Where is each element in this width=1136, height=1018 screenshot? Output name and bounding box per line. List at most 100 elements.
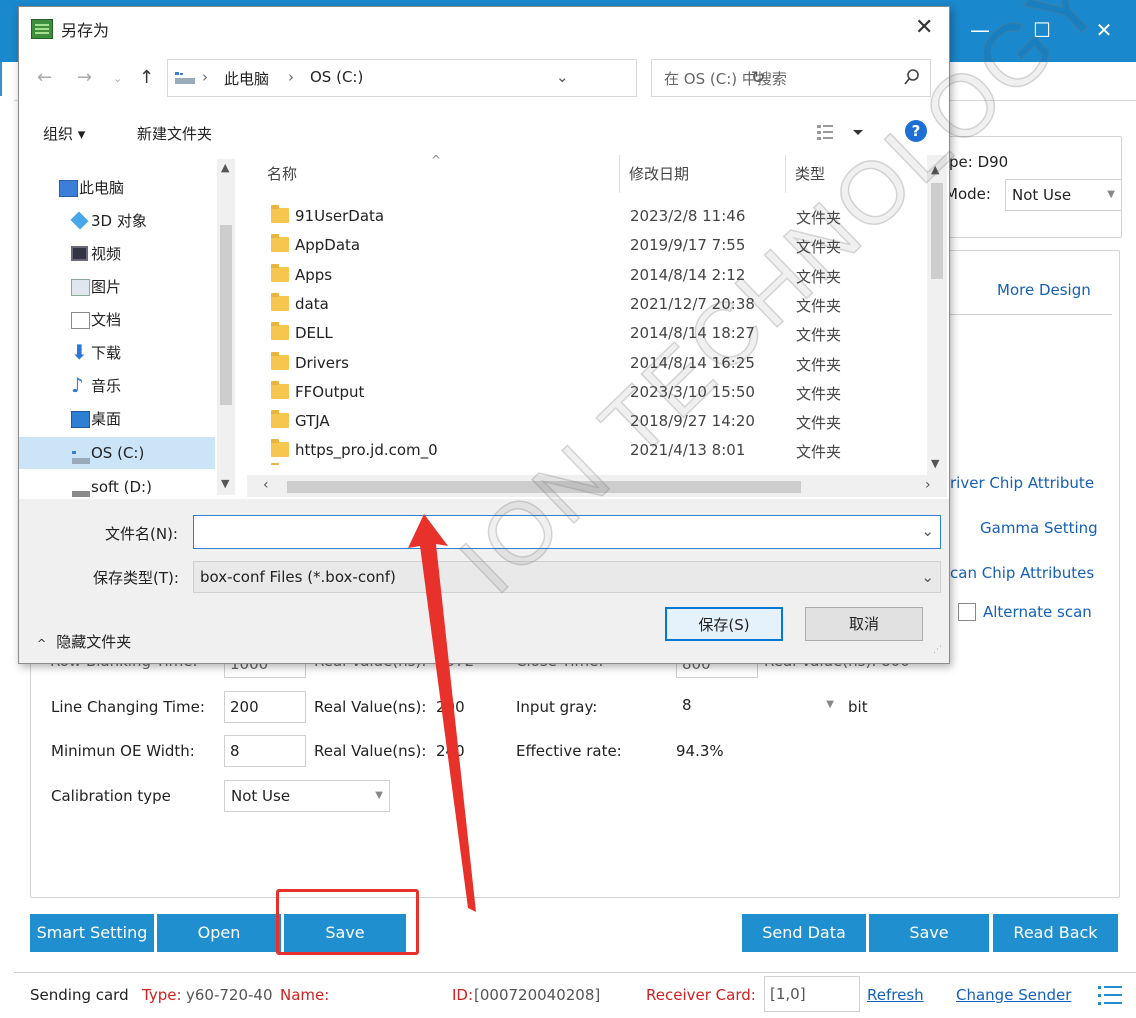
- dialog-save-button[interactable]: 保存(S): [665, 607, 783, 641]
- scroll-down-icon[interactable]: ▼: [931, 457, 939, 470]
- calibration-type-select[interactable]: Not Use ▼: [224, 780, 390, 812]
- scan-chip-attributes-link[interactable]: can Chip Attributes: [950, 564, 1094, 582]
- tree-item-desktop[interactable]: 桌面: [71, 404, 121, 434]
- refresh-link[interactable]: Refresh: [867, 986, 924, 1004]
- close-button[interactable]: ✕: [1082, 12, 1126, 48]
- column-divider: [619, 155, 620, 193]
- breadcrumb-this-pc[interactable]: 此电脑: [224, 68, 269, 89]
- scroll-thumb[interactable]: [287, 481, 801, 493]
- mode-select[interactable]: Not Use ▼: [1005, 179, 1121, 211]
- view-options-icon[interactable]: [817, 123, 869, 145]
- file-date: 2018/9/27 14:20: [630, 412, 755, 431]
- tree-item-this-pc[interactable]: 此电脑: [59, 173, 124, 203]
- input-gray-select[interactable]: 8 ▼: [676, 690, 840, 722]
- folder-icon: [271, 439, 289, 458]
- tree-item-documents[interactable]: 文档: [71, 305, 121, 335]
- scroll-left-icon[interactable]: ‹: [263, 477, 269, 493]
- file-type: 文件夹: [796, 443, 842, 462]
- app-left-edge: [0, 62, 16, 96]
- recent-chevron-icon[interactable]: ⌄: [113, 72, 122, 85]
- send-data-button[interactable]: Send Data: [742, 914, 866, 952]
- list-item[interactable]: Drivers 2014/8/14 16:25 文件夹: [247, 350, 927, 379]
- smart-setting-button[interactable]: Smart Setting: [30, 914, 154, 952]
- folder-icon: [271, 292, 289, 311]
- read-back-button[interactable]: Read Back: [993, 914, 1118, 952]
- resize-grip-icon[interactable]: ⋰: [933, 645, 942, 655]
- list-item[interactable]: Apps 2014/8/14 2:12 文件夹: [247, 262, 927, 291]
- gamma-setting-link[interactable]: Gamma Setting: [980, 519, 1098, 537]
- breadcrumb-os-c[interactable]: OS (C:): [310, 68, 363, 86]
- scroll-down-icon[interactable]: ▼: [221, 477, 229, 490]
- list-item[interactable]: AppData 2019/9/17 7:55 文件夹: [247, 232, 927, 261]
- menu-list-icon[interactable]: [1096, 981, 1124, 1009]
- scroll-up-icon[interactable]: ▲: [931, 163, 939, 176]
- id-label: ID:: [452, 986, 474, 1004]
- minimum-oe-width-input[interactable]: 8: [224, 735, 306, 767]
- filename-input[interactable]: ⌄: [193, 515, 941, 549]
- folder-icon: [271, 380, 289, 399]
- list-item[interactable]: FFOutput 2023/3/10 15:50 文件夹: [247, 379, 927, 408]
- tree-item-downloads[interactable]: ⬇ 下载: [71, 338, 121, 368]
- tree-item-os-c[interactable]: OS (C:): [72, 438, 144, 468]
- column-header-date[interactable]: 修改日期: [629, 163, 689, 184]
- save-to-card-button[interactable]: Save: [869, 914, 989, 952]
- maximize-button[interactable]: ☐: [1020, 12, 1064, 48]
- scroll-right-icon[interactable]: ›: [925, 477, 931, 493]
- save-as-dialog: 另存为 ✕ ← → ⌄ ↑ › 此电脑 › OS (C:) ⌄ ↻ 在 OS (…: [18, 6, 950, 664]
- list-item[interactable]: GTJA 2018/9/27 14:20 文件夹: [247, 408, 927, 437]
- column-header-name[interactable]: 名称: [267, 163, 297, 184]
- tree-item-music[interactable]: ♪ 音乐: [71, 371, 121, 401]
- filetype-select[interactable]: box-conf Files (*.box-conf) ⌄: [193, 561, 941, 593]
- tree-item-pictures[interactable]: 图片: [71, 272, 121, 302]
- file-type: 文件夹: [796, 355, 842, 374]
- scroll-up-icon[interactable]: ▲: [221, 161, 229, 174]
- hide-folders-toggle[interactable]: ^ 隐藏文件夹: [37, 631, 131, 652]
- tree-item-soft-d[interactable]: soft (D:): [72, 472, 152, 502]
- line-changing-time-label: Line Changing Time:: [51, 698, 205, 716]
- help-icon[interactable]: ?: [905, 120, 927, 142]
- list-item[interactable]: DELL 2014/8/14 18:27 文件夹: [247, 320, 927, 349]
- scroll-thumb[interactable]: [931, 183, 943, 279]
- address-dropdown-icon[interactable]: ⌄: [556, 68, 569, 86]
- address-bar[interactable]: › 此电脑 › OS (C:) ⌄ ↻: [167, 59, 765, 97]
- tree-item-3d-objects[interactable]: 3D 对象: [70, 206, 147, 236]
- minimize-button[interactable]: —: [958, 12, 1002, 48]
- bit-label: bit: [848, 698, 868, 716]
- line-changing-time-input[interactable]: 200: [224, 691, 306, 723]
- dialog-close-icon[interactable]: ✕: [915, 15, 933, 40]
- list-item[interactable]: data 2021/12/7 20:38 文件夹: [247, 291, 927, 320]
- search-placeholder: 在 OS (C:) 中搜索: [664, 70, 787, 88]
- new-folder-button[interactable]: 新建文件夹: [137, 123, 212, 144]
- alternate-scan-checkbox[interactable]: [958, 603, 976, 621]
- file-type: 文件夹: [796, 414, 842, 433]
- file-list: ^ 名称 修改日期 类型 91UserData 2023/2/8 11:46 文件夹…: [247, 155, 947, 465]
- filename-label: 文件名(N):: [105, 525, 178, 543]
- tree-scrollbar[interactable]: ▲ ▼: [217, 159, 235, 495]
- list-item[interactable]: 91UserData 2023/2/8 11:46 文件夹: [247, 203, 927, 232]
- list-item[interactable]: [247, 461, 927, 465]
- chevron-down-icon[interactable]: ⌄: [921, 522, 934, 540]
- more-design-link[interactable]: More Design: [997, 281, 1091, 299]
- alternate-scan-label: Alternate scan: [983, 603, 1092, 621]
- file-list-scrollbar[interactable]: ▲ ▼: [927, 155, 947, 475]
- change-sender-link[interactable]: Change Sender: [956, 986, 1071, 1004]
- real-value: 200: [436, 698, 465, 716]
- navigation-pane: 此电脑 3D 对象 视频 图片 文档 ⬇ 下载 ♪ 音乐 桌面 OS (C:) …: [19, 155, 247, 497]
- horizontal-scrollbar[interactable]: ‹ ›: [247, 475, 947, 497]
- drive-icon: [71, 479, 91, 497]
- dialog-cancel-button[interactable]: 取消: [805, 607, 923, 641]
- up-arrow-icon[interactable]: ↑: [139, 67, 154, 88]
- forward-arrow-icon[interactable]: →: [77, 67, 92, 88]
- organize-menu[interactable]: 组织 ▾: [43, 123, 85, 144]
- column-header-type[interactable]: 类型: [795, 163, 825, 184]
- scroll-thumb[interactable]: [220, 225, 232, 405]
- driver-chip-attribute-link[interactable]: river Chip Attribute: [950, 474, 1094, 492]
- folder-icon: [271, 351, 289, 370]
- back-arrow-icon[interactable]: ←: [37, 67, 52, 88]
- type-label: Type:: [142, 986, 182, 1004]
- tree-item-videos[interactable]: 视频: [71, 239, 121, 269]
- open-button[interactable]: Open: [157, 914, 281, 952]
- search-box[interactable]: 在 OS (C:) 中搜索: [651, 59, 931, 97]
- file-date: 2014/8/14 2:12: [630, 265, 746, 284]
- file-name: 91UserData: [295, 207, 385, 225]
